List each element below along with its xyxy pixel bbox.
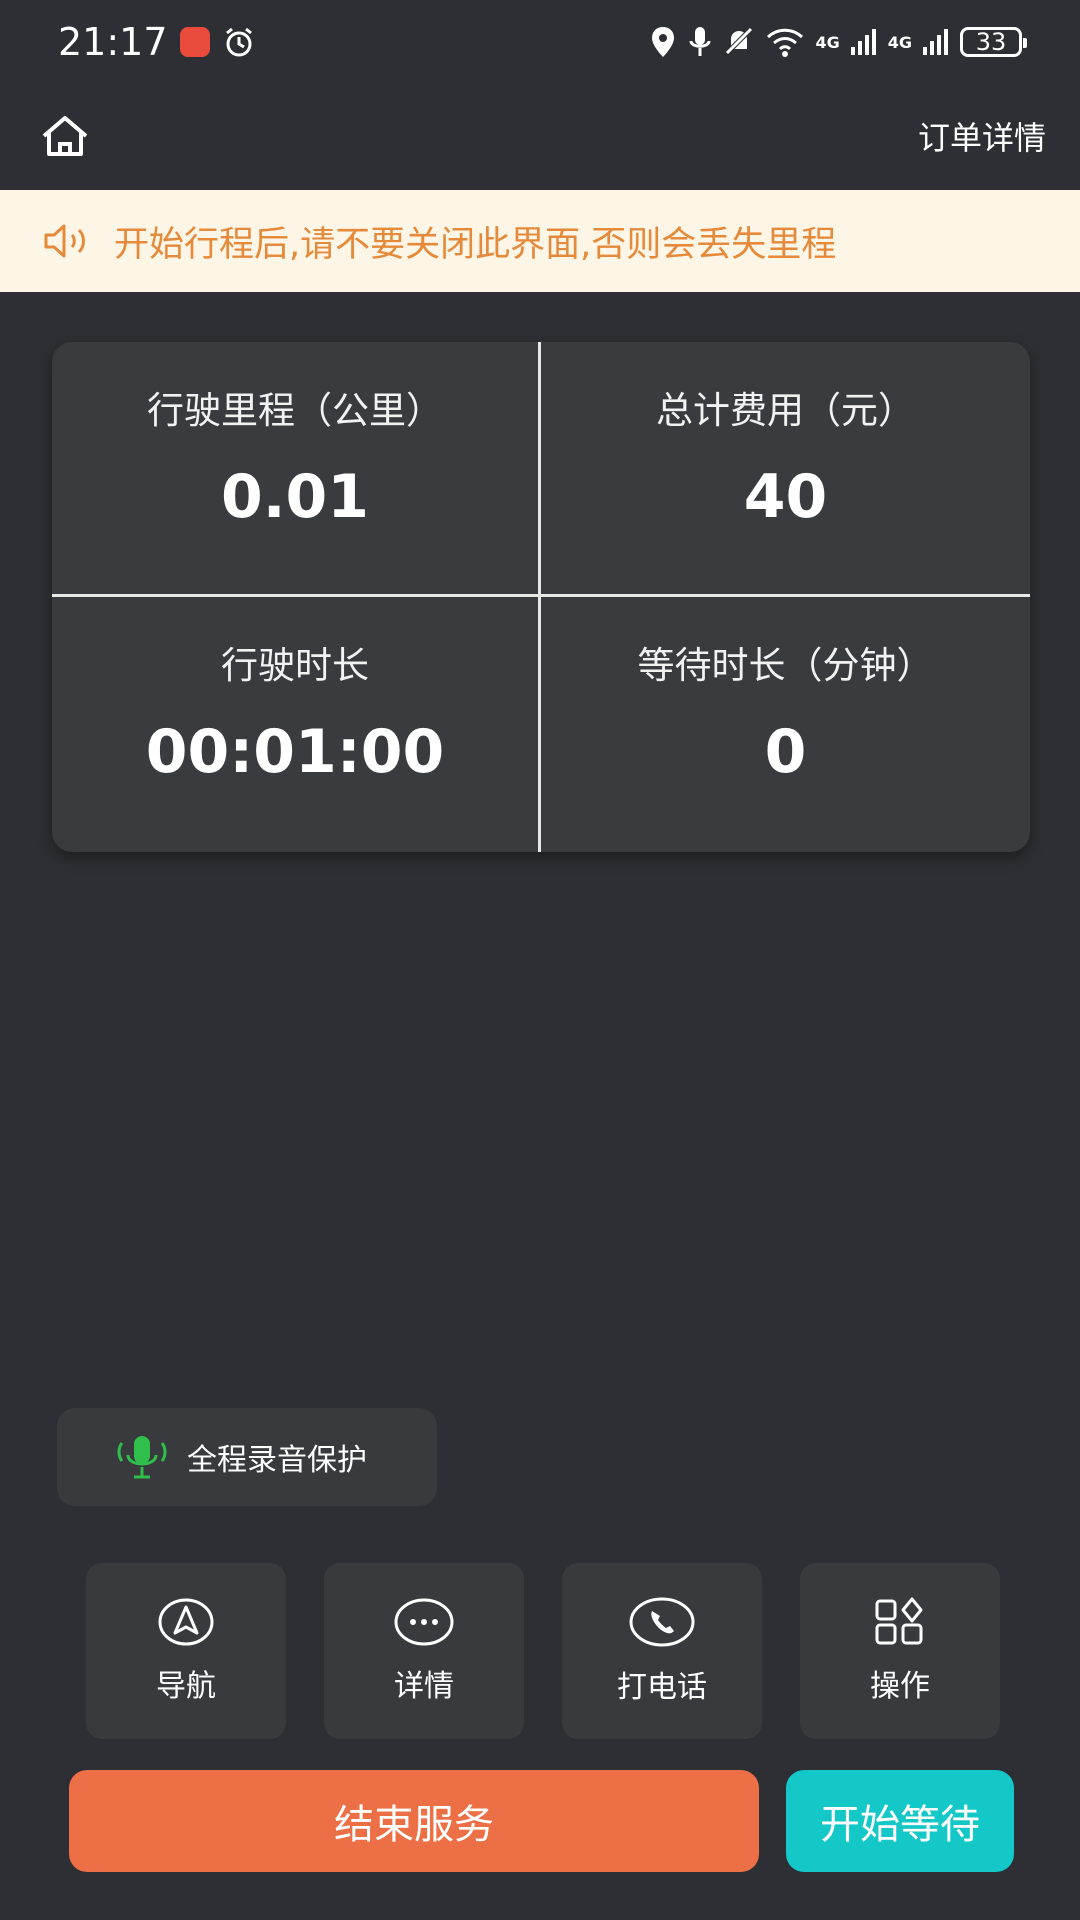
duration-label: 行驶时长 (221, 644, 369, 687)
battery-indicator: 33 (960, 27, 1027, 57)
alarm-icon (225, 27, 252, 57)
notice-text: 开始行程后,请不要关闭此界面,否则会丢失里程 (114, 224, 837, 265)
location-icon (652, 27, 675, 57)
end-service-button[interactable]: 结束服务 (69, 1770, 759, 1872)
more-dots-icon (394, 1598, 454, 1646)
navigate-button[interactable]: 导航 (86, 1563, 286, 1739)
app-notification-icon (179, 27, 210, 57)
start-wait-button[interactable]: 开始等待 (786, 1770, 1014, 1872)
fee-label: 总计费用（元） (656, 389, 915, 432)
status-time: 21:17 (58, 20, 168, 64)
phone-icon (629, 1597, 695, 1647)
wait-value: 0 (764, 717, 807, 787)
trip-stats-card: 行驶里程（公里） 0.01 总计费用（元） 40 行驶时长 00:01:00 等… (52, 342, 1030, 852)
speaker-icon (44, 224, 85, 258)
recording-label: 全程录音保护 (187, 1443, 367, 1478)
recording-protection[interactable]: 全程录音保护 (57, 1408, 437, 1506)
distance-stat: 行驶里程（公里） 0.01 (52, 342, 541, 597)
wifi-icon (767, 28, 804, 57)
details-button[interactable]: 详情 (324, 1563, 524, 1739)
signal-4g-label-2: 4G (887, 32, 912, 52)
microphone-icon (689, 27, 711, 56)
duration-value: 00:01:00 (145, 717, 445, 787)
signal-4g-label: 4G (815, 32, 840, 52)
duration-stat: 行驶时长 00:01:00 (52, 597, 541, 852)
navigate-label: 导航 (156, 1669, 216, 1704)
distance-label: 行驶里程（公里） (147, 389, 443, 432)
details-label: 详情 (394, 1669, 454, 1704)
order-details-link[interactable]: 订单详情 (918, 113, 1046, 159)
call-label: 打电话 (617, 1670, 707, 1705)
home-icon[interactable] (40, 114, 90, 158)
status-bar: 21:17 4G 4G 33 (0, 0, 1080, 84)
signal-bars-icon-2 (923, 29, 948, 55)
app-header: 订单详情 (0, 84, 1080, 188)
navigation-icon (158, 1598, 214, 1646)
operate-label: 操作 (870, 1669, 930, 1704)
fee-stat: 总计费用（元） 40 (541, 342, 1030, 597)
signal-bars-icon (850, 29, 876, 55)
notice-banner: 开始行程后,请不要关闭此界面,否则会丢失里程 (0, 190, 1080, 292)
wait-stat: 等待时长（分钟） 0 (541, 597, 1030, 852)
call-button[interactable]: 打电话 (562, 1563, 762, 1739)
bell-muted-icon (725, 27, 754, 55)
operate-button[interactable]: 操作 (800, 1563, 1000, 1739)
wait-label: 等待时长（分钟） (637, 644, 934, 687)
microphone-recording-icon (117, 1436, 167, 1479)
distance-value: 0.01 (220, 462, 370, 532)
fee-value: 40 (743, 462, 828, 532)
action-bar: 导航 详情 打电话 操作 (86, 1563, 1000, 1739)
apps-grid-icon (875, 1597, 923, 1645)
